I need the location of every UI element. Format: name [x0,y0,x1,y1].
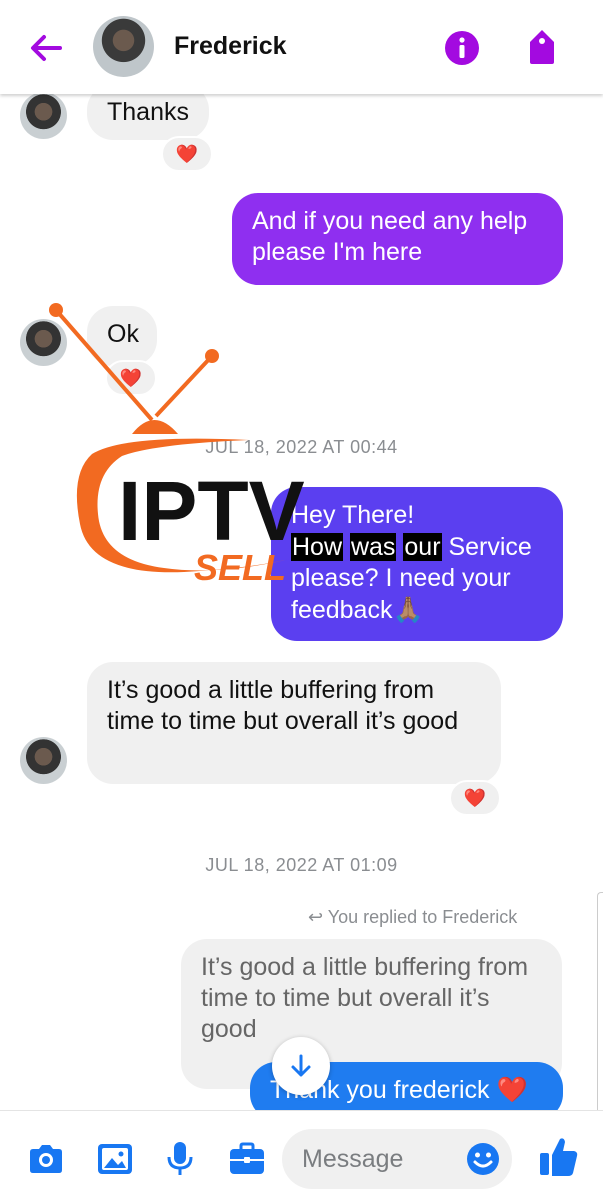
message-text: Thanks [107,98,189,126]
message-text: It’s good a little buffering from time t… [107,676,459,735]
reply-arrow-icon: ↩ [308,907,324,927]
contact-name[interactable]: Frederick [174,32,287,61]
watermark-sell-text: SELL [194,547,286,588]
message-placeholder: Message [302,1145,404,1173]
message-list[interactable]: Thanks ❤️ And if you need any help pleas… [0,94,603,1110]
heart-reaction[interactable]: ❤️ [161,136,213,172]
message-bubble-outgoing[interactable]: And if you need any help please I'm here [232,193,563,285]
timestamp: JUL 18, 2022 AT 01:09 [205,855,398,875]
quoted-text: It’s good a little buffering from time t… [201,953,529,1043]
thumbs-up-icon[interactable] [538,1135,580,1179]
smiley-icon[interactable] [465,1141,501,1177]
contact-avatar-small [20,94,67,139]
contact-avatar-small [20,737,67,784]
heart-icon: ❤️ [175,143,199,164]
tag-icon[interactable] [526,28,558,66]
conversation-header: Frederick [0,0,603,94]
highlighted-word: our [403,532,442,561]
watermark-iptv-text: IPTV [118,464,305,558]
arrow-down-icon [291,1054,311,1077]
scroll-indicator[interactable] [597,892,603,1110]
contact-avatar[interactable] [93,16,154,77]
iptv-sell-logo: IPTV SELL [49,303,305,588]
message-text: Service [441,532,532,561]
message-text: And if you need any help please I'm here [252,207,528,266]
microphone-icon[interactable] [160,1139,200,1179]
message-text: feedback🙏🏽 [291,595,424,624]
arrow-left-icon[interactable] [26,28,66,68]
heart-icon: ❤️ [463,787,487,808]
message-input[interactable]: Message [282,1129,512,1189]
heart-reaction[interactable]: ❤️ [449,780,501,816]
camera-icon[interactable] [26,1139,66,1179]
reply-label: ↩ You replied to Frederick [308,907,517,928]
info-circle-icon[interactable] [444,30,480,66]
message-bubble-incoming[interactable]: It’s good a little buffering from time t… [87,662,501,784]
message-bubble-incoming[interactable]: Thanks [87,94,209,140]
image-icon[interactable] [95,1139,135,1179]
message-composer: Message [0,1110,603,1200]
briefcase-icon[interactable] [227,1139,267,1179]
highlighted-word: was [349,532,397,561]
scroll-to-bottom-button[interactable] [272,1037,330,1095]
reply-label-text: You replied to Frederick [327,907,518,927]
